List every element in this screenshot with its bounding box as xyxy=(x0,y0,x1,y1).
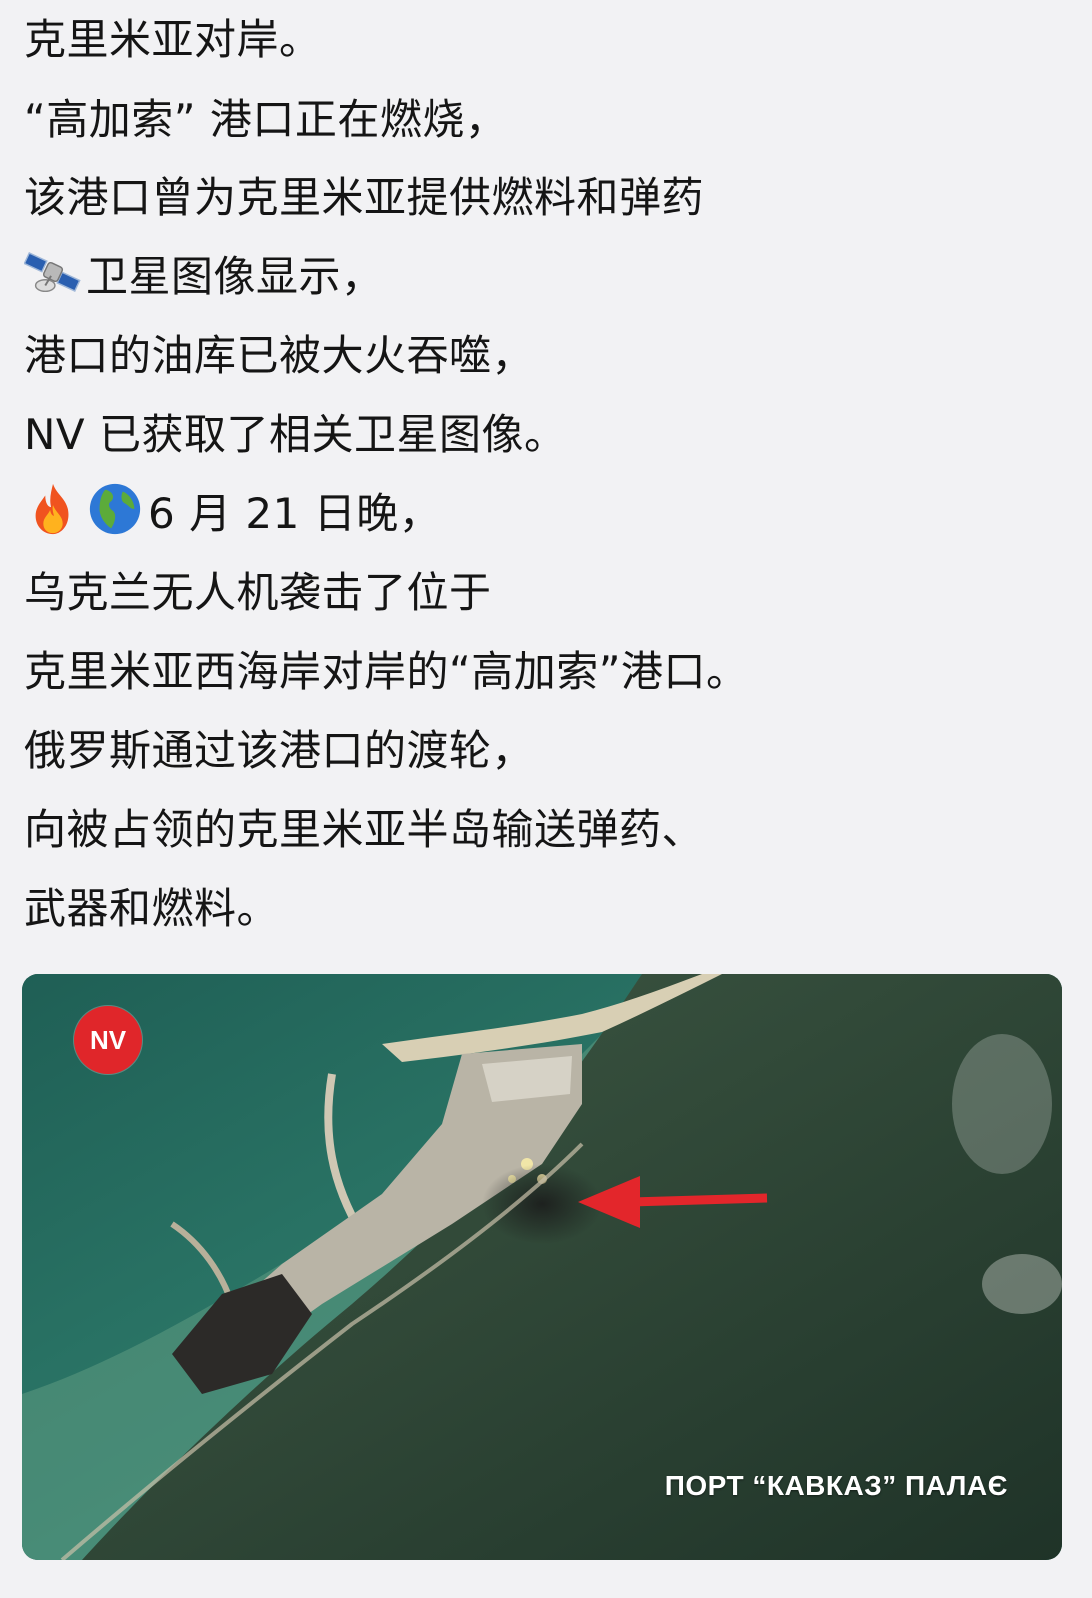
globe-icon xyxy=(86,480,144,538)
satellite-image[interactable]: NV ПОРТ “КАВКАЗ” ПАЛАЄ xyxy=(22,974,1062,1560)
post-line: 卫星图像显示， xyxy=(86,252,384,301)
fire-icon xyxy=(24,480,82,538)
post-line: 6 月 21 日晚， xyxy=(148,489,442,538)
satellite-icon xyxy=(24,243,82,301)
post-line: 港口的油库已被大火吞噬， xyxy=(24,331,535,380)
nv-logo: NV xyxy=(74,1006,142,1074)
post-line: “高加索” 港口正在燃烧， xyxy=(24,95,508,144)
post-line: NV 已获取了相关卫星图像。 xyxy=(24,410,567,459)
arrow-shaft xyxy=(631,1193,768,1207)
post-line: 乌克兰无人机袭击了位于 xyxy=(24,568,492,617)
image-caption: ПОРТ “КАВКАЗ” ПАЛАЄ xyxy=(664,1470,1008,1501)
post-line: 克里米亚对岸。 xyxy=(24,15,322,64)
post-line: 克里米亚西海岸对岸的“高加索”港口。 xyxy=(24,647,749,696)
post-line: 武器和燃料。 xyxy=(24,884,280,933)
post-line: 向被占领的克里米亚半岛输送弹药、 xyxy=(24,805,705,854)
post-line: 该港口曾为克里米亚提供燃料和弹药 xyxy=(24,173,705,222)
post-line: 俄罗斯通过该港口的渡轮， xyxy=(24,726,535,775)
post-line-with-emoji: 6 月 21 日晚， xyxy=(24,474,441,554)
post-line-with-emoji: 卫星图像显示， xyxy=(24,237,384,317)
